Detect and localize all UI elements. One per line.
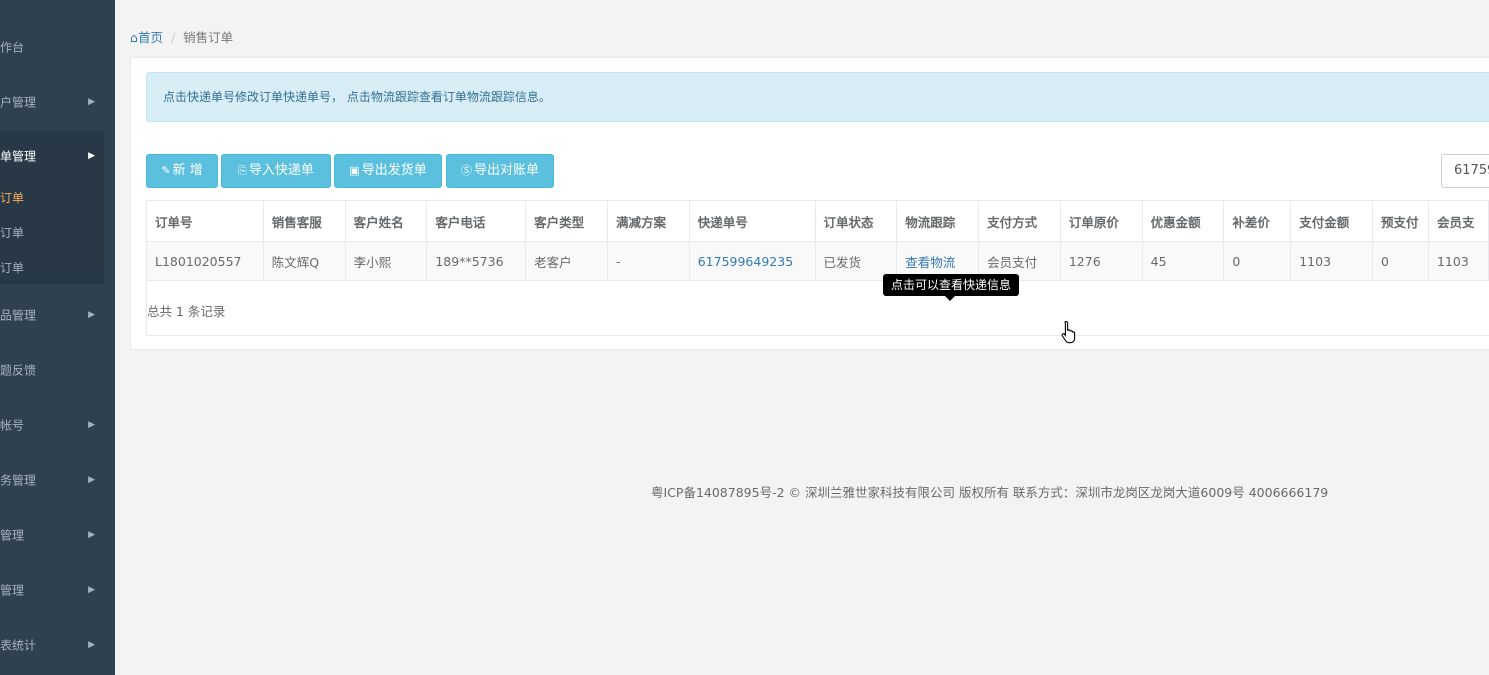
sidebar-subitem-orders-3[interactable]: 订单 [0, 259, 24, 276]
skype-icon: Ⓢ [460, 164, 472, 177]
add-button[interactable]: ✎ 新 增 [146, 154, 218, 188]
footer: 粤ICP备14087895号-2 © 深圳兰雅世家科技有限公司 版权所有 联系方… [651, 485, 1329, 500]
sidebar-item-label: 务管理 [0, 473, 37, 487]
cell-customer-phone: 189**5736 [426, 241, 527, 281]
export-statement-button[interactable]: Ⓢ 导出对账单 [446, 154, 554, 188]
cell-discount: 45 [1141, 241, 1225, 281]
col-header: 预支付 [1372, 200, 1429, 242]
export-shipping-button[interactable]: ▣ 导出发货单 [334, 154, 442, 188]
sidebar-item-orders[interactable]: 单管理 ▶ [0, 131, 104, 181]
tracking-tooltip: 点击可以查看快递信息 [883, 274, 1020, 301]
col-header: 客户类型 [525, 200, 608, 242]
sidebar-item-accounts[interactable]: 帐号 ▶ [0, 397, 115, 452]
table-row: L1801020557 陈文辉Q 李小熙 189**5736 老客户 - 617… [146, 241, 1489, 281]
breadcrumb-home-label: 首页 [137, 30, 163, 45]
sidebar-item-label: 帐号 [0, 418, 25, 432]
col-header: 客户电话 [426, 200, 527, 242]
col-header: 物流跟踪 [896, 200, 980, 242]
cell-waybill: 617599649235 [688, 241, 816, 281]
cell-paid-amount: 1103 [1290, 241, 1374, 281]
col-header: 支付方式 [978, 200, 1061, 242]
col-header: 会员支 [1427, 200, 1489, 242]
cell-customer-name: 李小熙 [344, 241, 428, 281]
sidebar-subitem-sales-orders[interactable]: 订单 [0, 189, 24, 206]
edit-icon: ✎ [161, 164, 171, 177]
sidebar-item-label: 单管理 [0, 149, 37, 164]
chevron-right-icon: ▶ [88, 584, 95, 595]
col-header: 支付金额 [1290, 200, 1374, 242]
sidebar-item-label: 品管理 [0, 308, 37, 322]
col-header: 订单原价 [1059, 200, 1143, 242]
sidebar-item-manage-1[interactable]: 管理 ▶ [0, 507, 115, 562]
col-header: 销售客服 [262, 200, 346, 242]
cell-prepaid: 0 [1372, 241, 1429, 281]
import-icon: ⎘ [238, 164, 247, 177]
breadcrumb-current: 销售订单 [183, 30, 234, 45]
sidebar-item-label: 管理 [0, 583, 25, 597]
table-header-row: 订单号 销售客服 客户姓名 客户电话 客户类型 满减方案 快递单号 订单状态 物… [146, 200, 1489, 242]
chevron-right-icon: ▶ [88, 309, 95, 320]
chevron-right-icon: ▶ [88, 639, 95, 650]
export-statement-label: 导出对账单 [473, 163, 539, 178]
cell-price-diff: 0 [1223, 241, 1292, 281]
cell-sales-rep: 陈文辉Q [262, 241, 346, 281]
record-count: 总共 1 条记录 [147, 304, 226, 319]
sidebar-item-label: 题反馈 [0, 363, 37, 377]
save-icon: ▣ [349, 164, 360, 177]
info-alert: 点击快递单号修改订单快递单号， 点击物流跟踪查看订单物流跟踪信息。 [146, 72, 1489, 122]
main-content: ⌂首页 / 销售订单 点击快递单号修改订单快递单号， 点击物流跟踪查看订单物流跟踪信… [115, 5, 1489, 675]
sidebar-item-business[interactable]: 务管理 ▶ [0, 452, 115, 507]
sidebar-item-products[interactable]: 品管理 ▶ [0, 287, 115, 342]
cell-order-id: L1801020557 [146, 241, 264, 281]
sidebar-item-feedback[interactable]: 题反馈 [0, 342, 115, 397]
chevron-right-icon: ▶ [88, 419, 95, 430]
sidebar-item-label: 户管理 [0, 95, 37, 109]
col-header: 客户姓名 [344, 200, 428, 242]
sidebar: 作台 户管理 ▶ 单管理 ▶ 订单 订单 订单 品管理 ▶ 题反馈 帐号 ▶ 务… [0, 0, 115, 675]
chevron-right-icon: ▶ [88, 529, 95, 540]
home-icon: ⌂ [130, 30, 138, 45]
sidebar-item-reports[interactable]: 表统计 ▶ [0, 617, 115, 672]
breadcrumb: ⌂首页 / 销售订单 [130, 23, 1489, 57]
cell-discount-plan: - [606, 241, 690, 281]
col-header: 快递单号 [688, 200, 816, 242]
breadcrumb-home[interactable]: ⌂首页 [130, 30, 163, 45]
search-input[interactable]: 61759 [1441, 154, 1489, 188]
sidebar-item-manage-2[interactable]: 管理 ▶ [0, 562, 115, 617]
import-button-label: 导入快递单 [248, 163, 314, 178]
chevron-right-icon: ▶ [88, 151, 95, 161]
col-header: 满减方案 [606, 200, 690, 242]
col-header: 订单状态 [814, 200, 898, 242]
sidebar-item-label: 作台 [0, 40, 25, 54]
sidebar-group-orders: 单管理 ▶ 订单 订单 订单 [0, 131, 104, 284]
sidebar-item-dashboard[interactable]: 作台 [0, 19, 115, 74]
sidebar-item-label: 表统计 [0, 638, 37, 652]
col-header: 补差价 [1223, 200, 1292, 242]
cell-original-price: 1276 [1059, 241, 1143, 281]
orders-table: 订单号 销售客服 客户姓名 客户电话 客户类型 满减方案 快递单号 订单状态 物… [146, 200, 1489, 281]
cell-customer-type: 老客户 [525, 241, 608, 281]
table-footer [146, 281, 1489, 336]
chevron-right-icon: ▶ [88, 474, 95, 485]
sidebar-item-label: 管理 [0, 528, 25, 542]
hand-pointer-icon [1061, 320, 1076, 344]
col-header: 订单号 [146, 200, 264, 242]
export-shipping-label: 导出发货单 [361, 163, 427, 178]
view-logistics-link[interactable]: 查看物流 [905, 255, 955, 270]
orders-panel: 点击快递单号修改订单快递单号， 点击物流跟踪查看订单物流跟踪信息。 ✎ 新 增 ⎘… [130, 57, 1489, 350]
breadcrumb-separator: / [170, 30, 176, 45]
cell-member-pay: 1103 [1427, 241, 1489, 281]
col-header: 优惠金额 [1141, 200, 1225, 242]
waybill-link[interactable]: 617599649235 [698, 254, 793, 269]
sidebar-subitem-orders-2[interactable]: 订单 [0, 224, 24, 241]
sidebar-item-customers[interactable]: 户管理 ▶ [0, 74, 115, 129]
chevron-right-icon: ▶ [88, 96, 95, 107]
import-waybill-button[interactable]: ⎘ 导入快递单 [221, 154, 331, 188]
add-button-label: 新 增 [172, 163, 203, 178]
